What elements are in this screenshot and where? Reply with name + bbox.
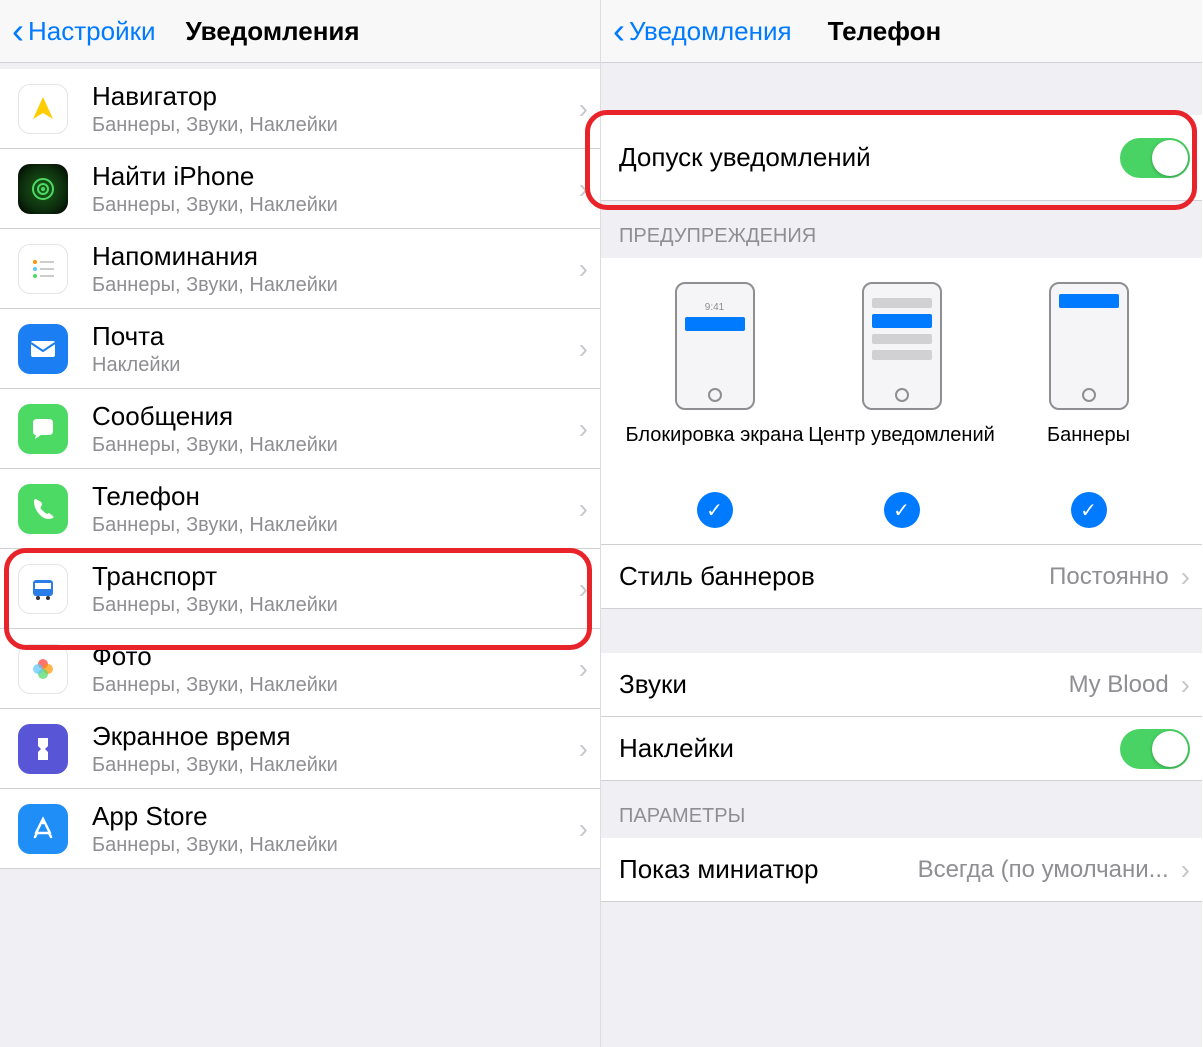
sounds-value: My Blood (1069, 671, 1169, 699)
banners-icon (1049, 282, 1129, 410)
banner-style-row[interactable]: Стиль баннеров Постоянно › (601, 545, 1202, 609)
chevron-right-icon: › (579, 653, 588, 685)
app-row-navigator[interactable]: Навигатор Баннеры, Звуки, Наклейки › (0, 69, 600, 149)
miniatures-row[interactable]: Показ миниатюр Всегда (по умолчани... › (601, 838, 1202, 902)
app-name: Сообщения (92, 401, 579, 432)
notification-center-check[interactable]: ✓ (884, 492, 920, 528)
back-label: Уведомления (629, 16, 792, 47)
chevron-right-icon: › (579, 493, 588, 525)
app-sub: Наклейки (92, 354, 579, 377)
screentime-icon (18, 724, 68, 774)
banner-style-value: Постоянно (1049, 563, 1169, 591)
app-row-screentime[interactable]: Экранное время Баннеры, Звуки, Наклейки … (0, 709, 600, 789)
app-row-messages[interactable]: Сообщения Баннеры, Звуки, Наклейки › (0, 389, 600, 469)
app-name: Телефон (92, 481, 579, 512)
phone-icon (18, 484, 68, 534)
app-sub: Баннеры, Звуки, Наклейки (92, 514, 579, 537)
page-title: Уведомления (186, 16, 360, 47)
app-sub: Баннеры, Звуки, Наклейки (92, 754, 579, 777)
app-row-findiphone[interactable]: Найти iPhone Баннеры, Звуки, Наклейки › (0, 149, 600, 229)
miniatures-value: Всегда (по умолчани... (830, 856, 1168, 884)
messages-icon (18, 404, 68, 454)
app-sub: Баннеры, Звуки, Наклейки (92, 594, 579, 617)
app-name: Фото (92, 641, 579, 672)
back-button[interactable]: ‹ Уведомления (613, 13, 792, 49)
allow-notifications-toggle[interactable] (1120, 138, 1190, 178)
chevron-right-icon: › (579, 333, 588, 365)
sounds-row[interactable]: Звуки My Blood › (601, 653, 1202, 717)
app-sub: Баннеры, Звуки, Наклейки (92, 834, 579, 857)
sounds-label: Звуки (619, 669, 1069, 700)
app-sub: Баннеры, Звуки, Наклейки (92, 194, 579, 217)
mail-icon (18, 324, 68, 374)
settings-content[interactable]: Допуск уведомлений ПРЕДУПРЕЖДЕНИЯ 9:41 Б… (601, 63, 1202, 1047)
reminders-icon (18, 244, 68, 294)
navbar: ‹ Настройки Уведомления (0, 0, 600, 63)
notification-center-icon (862, 282, 942, 410)
app-row-mail[interactable]: Почта Наклейки › (0, 309, 600, 389)
app-sub: Баннеры, Звуки, Наклейки (92, 674, 579, 697)
chevron-right-icon: › (1181, 561, 1190, 593)
app-row-phone[interactable]: Телефон Баннеры, Звуки, Наклейки › (0, 469, 600, 549)
photos-icon (18, 644, 68, 694)
chevron-right-icon: › (579, 733, 588, 765)
back-button[interactable]: ‹ Настройки (12, 13, 156, 49)
lock-screen-icon: 9:41 (675, 282, 755, 410)
chevron-left-icon: ‹ (12, 13, 24, 49)
app-name: Почта (92, 321, 579, 352)
stickers-row[interactable]: Наклейки (601, 717, 1202, 781)
allow-label: Допуск уведомлений (619, 142, 1120, 173)
page-title: Телефон (828, 16, 942, 47)
app-name: Транспорт (92, 561, 579, 592)
app-row-photos[interactable]: Фото Баннеры, Звуки, Наклейки › (0, 629, 600, 709)
chevron-right-icon: › (579, 813, 588, 845)
alerts-header: ПРЕДУПРЕЖДЕНИЯ (601, 201, 1202, 258)
navbar: ‹ Уведомления Телефон (601, 0, 1202, 63)
chevron-right-icon: › (579, 413, 588, 445)
alert-notification-center[interactable]: Центр уведомлений (808, 282, 995, 476)
notifications-list-screen: ‹ Настройки Уведомления Навигатор Баннер… (0, 0, 601, 1047)
back-label: Настройки (28, 16, 156, 47)
app-row-transport[interactable]: Транспорт Баннеры, Звуки, Наклейки › (0, 549, 600, 629)
alert-types-group: 9:41 Блокировка экрана Центр уведомлений… (601, 258, 1202, 545)
banners-check[interactable]: ✓ (1071, 492, 1107, 528)
chevron-right-icon: › (579, 93, 588, 125)
chevron-left-icon: ‹ (613, 13, 625, 49)
app-name: Навигатор (92, 81, 579, 112)
app-list[interactable]: Навигатор Баннеры, Звуки, Наклейки › Най… (0, 63, 600, 1047)
transport-icon (18, 564, 68, 614)
stickers-label: Наклейки (619, 733, 1120, 764)
app-name: Напоминания (92, 241, 579, 272)
miniatures-label: Показ миниатюр (619, 854, 818, 885)
app-name: Найти iPhone (92, 161, 579, 192)
findiphone-icon (18, 164, 68, 214)
params-header: ПАРАМЕТРЫ (601, 781, 1202, 838)
app-name: App Store (92, 801, 579, 832)
chevron-right-icon: › (1181, 854, 1190, 886)
phone-notification-settings-screen: ‹ Уведомления Телефон Допуск уведомлений… (601, 0, 1202, 1047)
app-name: Экранное время (92, 721, 579, 752)
stickers-toggle[interactable] (1120, 729, 1190, 769)
appstore-icon (18, 804, 68, 854)
app-row-reminders[interactable]: Напоминания Баннеры, Звуки, Наклейки › (0, 229, 600, 309)
alert-lock-screen[interactable]: 9:41 Блокировка экрана (621, 282, 808, 476)
app-sub: Баннеры, Звуки, Наклейки (92, 274, 579, 297)
banner-style-label: Стиль баннеров (619, 561, 1049, 592)
alert-banners[interactable]: Баннеры (995, 282, 1182, 476)
chevron-right-icon: › (1181, 669, 1190, 701)
lock-screen-check[interactable]: ✓ (697, 492, 733, 528)
app-row-appstore[interactable]: App Store Баннеры, Звуки, Наклейки › (0, 789, 600, 869)
allow-notifications-row[interactable]: Допуск уведомлений (601, 115, 1202, 201)
app-sub: Баннеры, Звуки, Наклейки (92, 434, 579, 457)
navigator-icon (18, 84, 68, 134)
chevron-right-icon: › (579, 173, 588, 205)
chevron-right-icon: › (579, 573, 588, 605)
app-sub: Баннеры, Звуки, Наклейки (92, 114, 579, 137)
chevron-right-icon: › (579, 253, 588, 285)
